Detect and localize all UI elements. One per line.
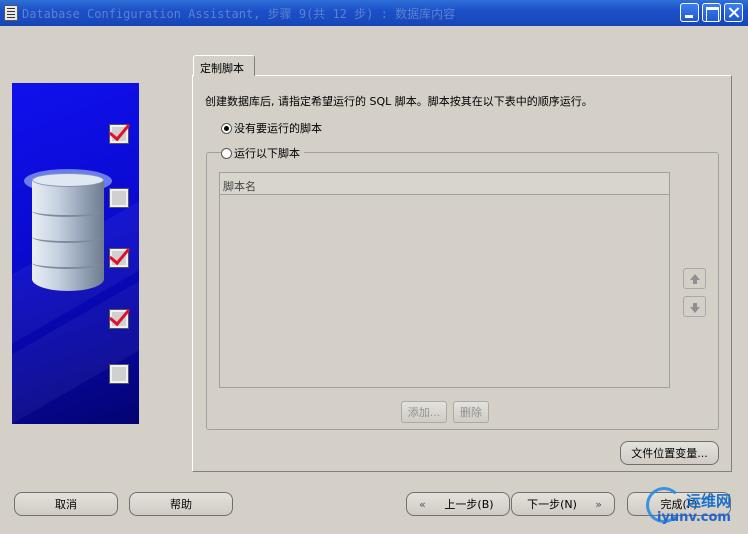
maximize-icon[interactable] <box>702 3 721 22</box>
wizard-illustration <box>12 83 139 424</box>
radio-run-scripts[interactable]: 运行以下脚本 <box>221 145 304 161</box>
back-button-label: 上一步(B) <box>444 498 494 511</box>
radio-selected-icon[interactable] <box>221 122 232 134</box>
checkbox-icon <box>109 364 129 384</box>
add-button[interactable]: 添加... <box>401 401 447 423</box>
app-icon <box>4 5 18 21</box>
checkbox-icon <box>109 188 129 208</box>
scripts-table[interactable]: 脚本名 <box>219 172 670 388</box>
tab-custom-scripts[interactable]: 定制脚本 <box>193 55 255 76</box>
chevron-right-icon: » <box>595 498 602 511</box>
table-header-script-name: 脚本名 <box>220 173 669 195</box>
file-location-variables-button[interactable]: 文件位置变量... <box>620 441 719 465</box>
next-button-label: 下一步(N) <box>527 498 577 511</box>
radio-no-scripts[interactable]: 没有要运行的脚本 <box>221 120 322 136</box>
move-up-button[interactable] <box>683 268 706 289</box>
close-icon[interactable] <box>724 3 743 22</box>
window-title: Database Configuration Assistant, 步骤 9(共… <box>22 7 456 21</box>
back-button[interactable]: « 上一步(B) <box>406 492 510 516</box>
radio-run-scripts-label: 运行以下脚本 <box>234 147 300 160</box>
checkbox-icon <box>109 248 129 268</box>
arrow-down-icon <box>690 307 700 313</box>
checkbox-icon <box>109 124 129 144</box>
title-bar: Database Configuration Assistant, 步骤 9(共… <box>0 0 748 26</box>
watermark-url: iyunv.com <box>657 510 731 525</box>
instructions-text: 创建数据库后, 请指定希望运行的 SQL 脚本。脚本按其在以下表中的顺序运行。 <box>205 95 593 108</box>
minimize-icon[interactable] <box>680 3 699 22</box>
radio-no-scripts-label: 没有要运行的脚本 <box>234 122 322 135</box>
move-down-button[interactable] <box>683 296 706 317</box>
watermark-name: 运维网 <box>686 492 732 510</box>
cancel-button[interactable]: 取消 <box>14 492 118 516</box>
radio-unselected-icon[interactable] <box>221 147 232 159</box>
chevron-left-icon: « <box>419 498 426 511</box>
delete-button[interactable]: 删除 <box>453 401 489 423</box>
next-button[interactable]: 下一步(N) » <box>511 492 615 516</box>
database-icon <box>24 165 112 305</box>
checkbox-icon <box>109 309 129 329</box>
help-button[interactable]: 帮助 <box>129 492 233 516</box>
